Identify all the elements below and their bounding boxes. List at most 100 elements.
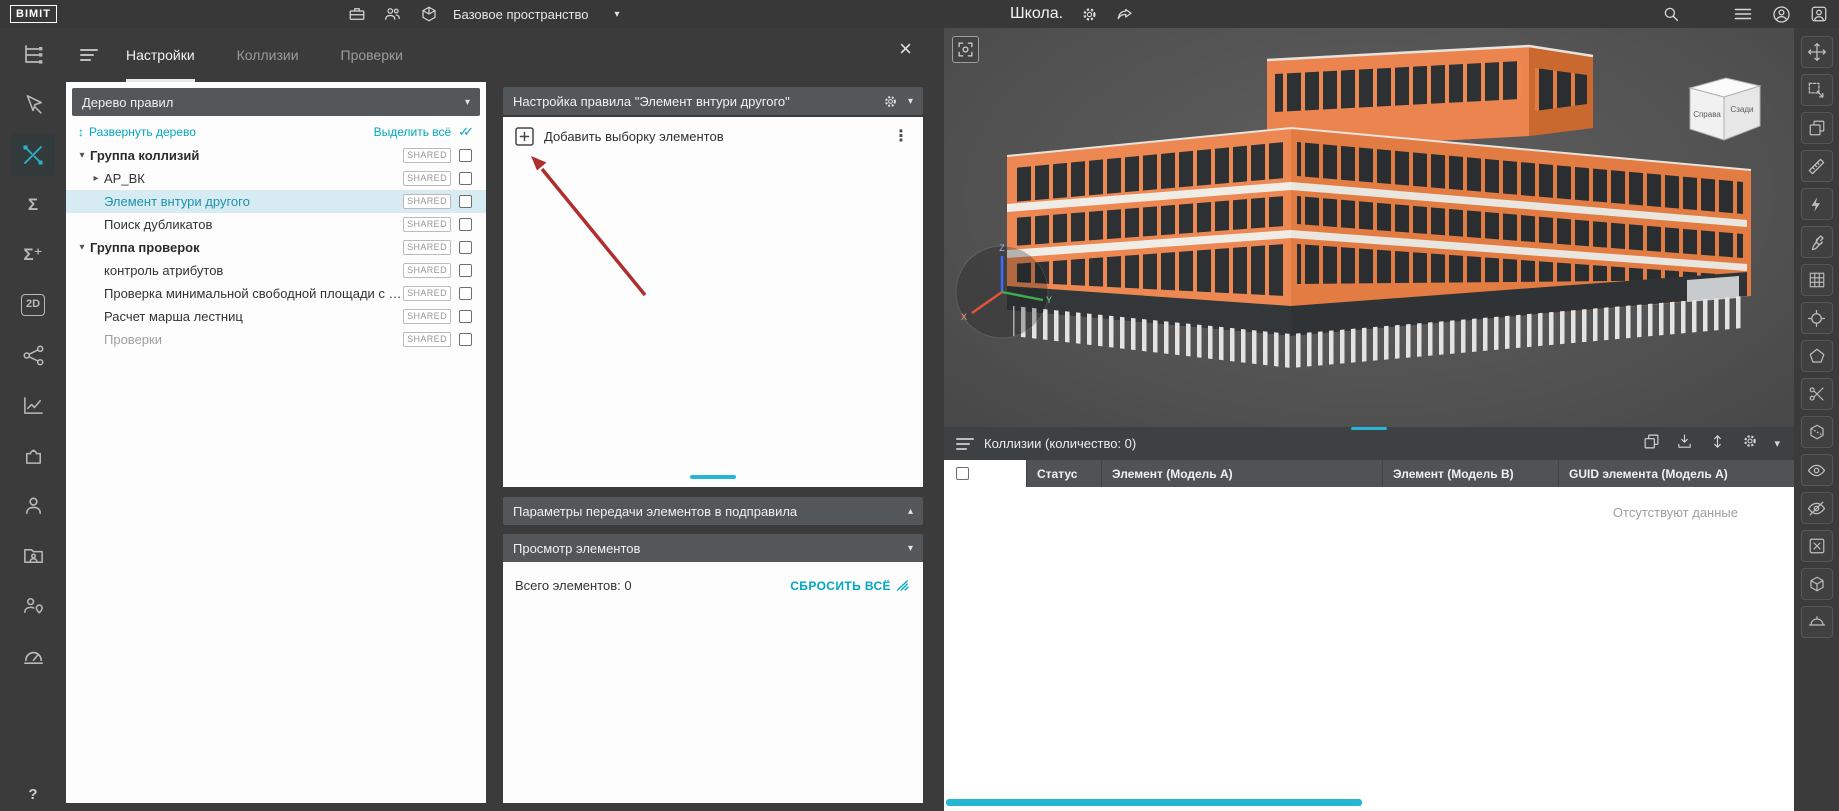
polygon-icon[interactable] <box>1801 340 1833 372</box>
caret-down-icon[interactable]: ▾ <box>74 150 90 161</box>
row-checkbox[interactable] <box>459 241 472 254</box>
menu-list-icon[interactable] <box>1733 4 1753 24</box>
panel-menu-icon[interactable] <box>80 49 98 61</box>
chevron-down-icon[interactable]: ▾ <box>908 543 913 554</box>
transfer-params-header[interactable]: Параметры передачи элементов в подправил… <box>503 497 923 525</box>
close-panel-icon[interactable]: × <box>899 38 912 60</box>
row-checkbox[interactable] <box>459 218 472 231</box>
row-checkbox[interactable] <box>459 333 472 346</box>
user-pin-icon[interactable] <box>11 584 55 626</box>
view-cube-face-left-label[interactable]: Справа <box>1693 110 1721 119</box>
measure-icon[interactable] <box>1801 150 1833 182</box>
reset-all-button[interactable]: СБРОСИТЬ ВСЁ <box>790 579 911 593</box>
clash-detection-icon[interactable] <box>11 134 55 176</box>
row-checkbox[interactable] <box>459 264 472 277</box>
tree-item-attribute-control[interactable]: контроль атрибутов SHARED <box>66 259 486 282</box>
duplicate-icon[interactable] <box>1643 433 1660 455</box>
view-cube[interactable]: Справа Сзади <box>1682 70 1768 150</box>
search-icon[interactable] <box>1661 4 1681 24</box>
tree-item-min-free-area-check[interactable]: Проверка минимальной свободной площади с… <box>66 282 486 305</box>
model-space-icon[interactable] <box>419 4 439 24</box>
scroll-indicator[interactable] <box>690 475 736 479</box>
row-checkbox[interactable] <box>459 195 472 208</box>
graph-nodes-icon[interactable] <box>11 334 55 376</box>
tree-item-ar-vk[interactable]: ▸ АР_ВК SHARED <box>66 167 486 190</box>
focus-target-icon[interactable] <box>1801 302 1833 334</box>
column-guid-model-a[interactable]: GUID элемента (Модель A) <box>1558 460 1794 487</box>
view-cube-face-right-label[interactable]: Сзади <box>1730 105 1753 114</box>
account-icon[interactable] <box>1771 4 1791 24</box>
pan-icon[interactable] <box>1801 36 1833 68</box>
copy-view-icon[interactable] <box>1801 112 1833 144</box>
user-folder-icon[interactable] <box>11 534 55 576</box>
clip-box-icon[interactable] <box>1801 416 1833 448</box>
toolbox-icon[interactable] <box>347 4 367 24</box>
collisions-menu-icon[interactable] <box>956 438 974 450</box>
caret-right-icon[interactable]: ▸ <box>88 173 104 184</box>
chart-check-icon[interactable] <box>11 384 55 426</box>
kebab-menu-icon[interactable]: ⋮ <box>889 126 913 146</box>
profile-icon[interactable] <box>1809 4 1829 24</box>
help-icon[interactable]: ? <box>0 786 66 803</box>
2d-view-icon[interactable]: 2D <box>11 284 55 326</box>
collapse-panel-icon[interactable]: ▾ <box>1774 437 1780 450</box>
select-all-link[interactable]: Выделить всё ✓✓ <box>374 124 474 140</box>
hide-selection-icon[interactable] <box>1801 530 1833 562</box>
project-settings-gear-icon[interactable] <box>1079 4 1099 24</box>
grid-table-icon[interactable] <box>1801 264 1833 296</box>
chevron-down-icon[interactable]: ▾ <box>465 97 470 108</box>
gauge-icon[interactable] <box>11 634 55 676</box>
row-checkbox[interactable] <box>459 310 472 323</box>
sum-icon[interactable]: Σ <box>11 184 55 226</box>
row-checkbox[interactable] <box>459 287 472 300</box>
tab-collisions[interactable]: Коллизии <box>237 28 299 82</box>
tab-settings[interactable]: Настройки <box>126 28 195 82</box>
select-all-checkbox[interactable] <box>956 467 969 480</box>
chevron-down-icon[interactable]: ▾ <box>908 96 913 107</box>
row-checkbox[interactable] <box>459 149 472 162</box>
align-icon[interactable] <box>1709 433 1726 455</box>
tree-item-duplicates-search[interactable]: Поиск дубликатов SHARED <box>66 213 486 236</box>
chevron-up-icon[interactable]: ▴ <box>908 506 913 517</box>
workspace-select[interactable]: Базовое пространство ▾ <box>453 7 620 22</box>
import-icon[interactable] <box>1676 433 1693 455</box>
add-selection-label[interactable]: Добавить выборку элементов <box>544 129 889 144</box>
column-status[interactable]: Статус <box>1026 460 1101 487</box>
collisions-gear-icon[interactable] <box>1742 433 1758 454</box>
tree-item-group-checks[interactable]: ▾ Группа проверок SHARED <box>66 236 486 259</box>
horizontal-scrollbar[interactable] <box>944 799 1794 806</box>
sum-plus-icon[interactable]: Σ⁺ <box>11 234 55 276</box>
cube-icon[interactable] <box>1801 568 1833 600</box>
camera-fit-icon[interactable] <box>952 36 979 63</box>
rule-tree-header[interactable]: Дерево правил ▾ <box>72 88 480 116</box>
tree-item-stair-flight-calc[interactable]: Расчет марша лестниц SHARED <box>66 305 486 328</box>
user-icon[interactable] <box>11 484 55 526</box>
eye-icon[interactable] <box>1801 454 1833 486</box>
team-icon[interactable] <box>383 4 403 24</box>
column-element-model-b[interactable]: Элемент (Модель B) <box>1382 460 1558 487</box>
scrollbar-thumb[interactable] <box>946 799 1362 806</box>
building-model[interactable] <box>999 44 1759 399</box>
add-selection-icon[interactable] <box>515 127 534 146</box>
row-checkbox[interactable] <box>459 172 472 185</box>
viewport-3d[interactable]: Z X Y Справа Сзади <box>944 28 1794 427</box>
eye-off-icon[interactable] <box>1801 492 1833 524</box>
dome-icon[interactable] <box>1801 606 1833 638</box>
select-area-icon[interactable] <box>1801 74 1833 106</box>
expand-tree-link[interactable]: ↕ Развернуть дерево <box>78 125 196 139</box>
column-element-model-a[interactable]: Элемент (Модель A) <box>1101 460 1382 487</box>
share-icon[interactable] <box>1115 4 1135 24</box>
caret-down-icon[interactable]: ▾ <box>74 242 90 253</box>
tree-item-element-inside-other[interactable]: Элемент внтури другого SHARED <box>66 190 486 213</box>
section-icon[interactable] <box>1801 378 1833 410</box>
axis-gizmo[interactable]: Z X Y <box>950 240 1054 344</box>
tab-checks[interactable]: Проверки <box>341 28 403 82</box>
structure-tree-icon[interactable] <box>11 34 55 76</box>
tree-item-group-collisions[interactable]: ▾ Группа коллизий SHARED <box>66 144 486 167</box>
select-cursor-icon[interactable] <box>11 84 55 126</box>
flash-icon[interactable] <box>1801 188 1833 220</box>
tree-item-checks[interactable]: Проверки SHARED <box>66 328 486 351</box>
plugin-puzzle-icon[interactable] <box>11 434 55 476</box>
view-elements-header[interactable]: Просмотр элементов ▾ <box>503 534 923 562</box>
rule-gear-icon[interactable] <box>883 94 898 109</box>
